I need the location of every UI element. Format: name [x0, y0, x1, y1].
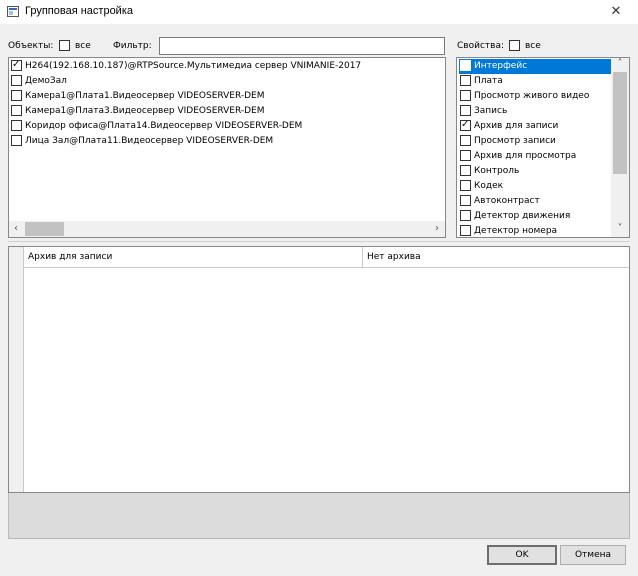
- checkbox-icon[interactable]: [460, 105, 471, 116]
- properties-label: Свойства:: [457, 41, 504, 51]
- settings-grid: [8, 246, 630, 493]
- object-label: Коридор офиса@Плата14.Видеосервер VIDEOS…: [25, 121, 303, 131]
- checkbox-icon[interactable]: [460, 195, 471, 206]
- scroll-down-icon[interactable]: ˅: [613, 221, 627, 237]
- checkbox-icon[interactable]: [460, 225, 471, 236]
- checkbox-icon[interactable]: [460, 118, 471, 132]
- scroll-up-icon[interactable]: ˄: [613, 56, 627, 72]
- property-label: Детектор номера: [474, 226, 558, 236]
- cancel-button[interactable]: Отмена: [560, 545, 626, 565]
- property-list-item[interactable]: Детектор движения: [459, 209, 612, 224]
- checkbox-icon: [509, 40, 520, 51]
- object-list-item[interactable]: H264(192.168.10.187)@RTPSource.Мультимед…: [11, 58, 362, 74]
- window-title: Групповая настройка: [25, 5, 133, 17]
- column-header-value[interactable]: Нет архива: [363, 247, 629, 268]
- property-label: Запись: [474, 106, 508, 116]
- vertical-scroll-thumb[interactable]: [613, 72, 627, 174]
- objects-label: Объекты:: [8, 41, 54, 51]
- checkbox-icon[interactable]: [11, 58, 22, 72]
- property-label: Архив для просмотра: [474, 151, 577, 161]
- checkbox-icon[interactable]: [460, 210, 471, 221]
- object-list-item[interactable]: Лица Зал@Плата11.Видеосервер VIDEOSERVER…: [11, 134, 273, 149]
- property-label: Просмотр записи: [474, 136, 556, 146]
- property-list-item[interactable]: Архив для записи: [459, 118, 612, 134]
- grid-header: Архив для записи Нет архива: [24, 247, 629, 268]
- horizontal-scroll-thumb[interactable]: [25, 222, 64, 236]
- checkbox-icon[interactable]: [460, 150, 471, 161]
- property-list-item[interactable]: Интерфейс: [459, 59, 612, 74]
- property-list-item[interactable]: Просмотр записи: [459, 134, 612, 149]
- objects-list: H264(192.168.10.187)@RTPSource.Мультимед…: [8, 57, 446, 238]
- scroll-left-icon[interactable]: ‹: [9, 221, 23, 237]
- property-label: Просмотр живого видео: [474, 91, 590, 101]
- object-label: Камера1@Плата1.Видеосервер VIDEOSERVER-D…: [25, 91, 265, 101]
- horizontal-scrollbar[interactable]: ‹ ›: [9, 221, 445, 237]
- object-label: ДемоЗал: [25, 76, 67, 86]
- checkbox-icon[interactable]: [460, 90, 471, 101]
- objects-all-checkbox[interactable]: [59, 40, 70, 51]
- object-label: Камера1@Плата3.Видеосервер VIDEOSERVER-D…: [25, 106, 265, 116]
- properties-list: Интерфейс Плата Просмотр живого видео Запис…: [456, 57, 630, 238]
- column-header-archive[interactable]: Архив для записи: [24, 247, 363, 268]
- checkbox-icon[interactable]: [11, 105, 22, 116]
- property-label: Интерфейс: [474, 61, 528, 71]
- property-list-item[interactable]: Кодек: [459, 179, 612, 194]
- object-list-item[interactable]: Камера1@Плата3.Видеосервер VIDEOSERVER-D…: [11, 104, 265, 119]
- property-list-item[interactable]: Детектор номера: [459, 224, 612, 237]
- object-list-item[interactable]: Коридор офиса@Плата14.Видеосервер VIDEOS…: [11, 119, 302, 134]
- property-list-item[interactable]: Архив для просмотра: [459, 149, 612, 164]
- property-label: Контроль: [474, 166, 520, 176]
- ok-button[interactable]: OK: [487, 545, 557, 565]
- object-label: Лица Зал@Плата11.Видеосервер VIDEOSERVER…: [25, 136, 274, 146]
- properties-all-label: все: [525, 41, 541, 51]
- divider: [8, 241, 630, 242]
- properties-all-checkbox[interactable]: [509, 40, 520, 51]
- property-list-item[interactable]: Автоконтраст: [459, 194, 612, 209]
- objects-all-label: все: [75, 41, 91, 51]
- object-list-item[interactable]: ДемоЗал: [11, 74, 67, 89]
- property-list-item[interactable]: Запись: [459, 104, 612, 119]
- checkbox-icon[interactable]: [460, 180, 471, 191]
- checkbox-icon[interactable]: [460, 60, 471, 71]
- property-label: Кодек: [474, 181, 504, 191]
- checkbox-icon[interactable]: [460, 135, 471, 146]
- property-list-item[interactable]: Просмотр живого видео: [459, 89, 612, 104]
- checkbox-icon[interactable]: [11, 135, 22, 146]
- checkbox-icon[interactable]: [11, 75, 22, 86]
- grid-row-header: [9, 247, 24, 492]
- checkbox-icon: [59, 40, 70, 51]
- checkbox-icon[interactable]: [11, 90, 22, 101]
- scroll-right-icon[interactable]: ›: [430, 221, 444, 237]
- checkbox-icon[interactable]: [11, 120, 22, 131]
- app-icon: [7, 6, 19, 17]
- checkbox-icon[interactable]: [460, 165, 471, 176]
- property-list-item[interactable]: Плата: [459, 74, 612, 89]
- object-list-item[interactable]: Камера1@Плата1.Видеосервер VIDEOSERVER-D…: [11, 89, 265, 104]
- object-label: H264(192.168.10.187)@RTPSource.Мультимед…: [25, 61, 362, 71]
- checkbox-icon[interactable]: [460, 75, 471, 86]
- bottom-panel: [8, 493, 630, 539]
- property-list-item[interactable]: Контроль: [459, 164, 612, 179]
- property-label: Детектор движения: [474, 211, 571, 221]
- property-label: Автоконтраст: [474, 196, 540, 206]
- property-label: Плата: [474, 76, 503, 86]
- filter-input[interactable]: [159, 37, 445, 55]
- filter-label: Фильтр:: [113, 41, 152, 51]
- property-label: Архив для записи: [474, 121, 559, 131]
- close-button[interactable]: ✕: [594, 0, 638, 24]
